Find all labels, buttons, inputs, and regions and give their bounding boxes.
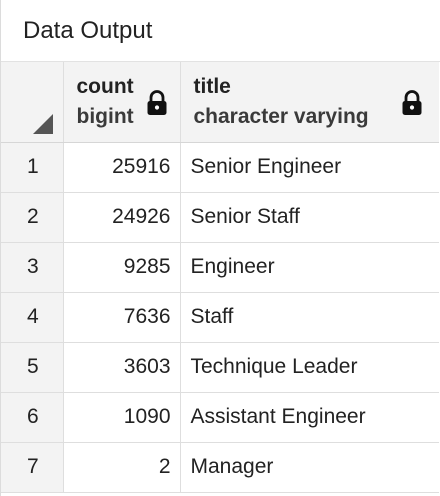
- cell-count[interactable]: 1090: [63, 392, 181, 443]
- row-number[interactable]: 6: [1, 392, 64, 443]
- row-number[interactable]: 4: [1, 292, 64, 343]
- cell-count[interactable]: 24926: [63, 192, 181, 243]
- column-header-title[interactable]: title character varying: [180, 62, 439, 143]
- table-row[interactable]: 4 7636 Staff: [1, 292, 439, 343]
- column-name: title: [193, 75, 231, 98]
- select-all-corner[interactable]: [1, 62, 64, 143]
- table-row[interactable]: 2 24926 Senior Staff: [1, 192, 439, 243]
- column-name: count: [76, 75, 134, 98]
- row-number[interactable]: 1: [1, 142, 64, 193]
- table-row[interactable]: 5 3603 Technique Leader: [1, 342, 439, 393]
- cell-title[interactable]: Senior Staff: [180, 192, 439, 243]
- table-row[interactable]: 6 1090 Assistant Engineer: [1, 392, 439, 443]
- row-number[interactable]: 2: [1, 192, 64, 243]
- cell-count[interactable]: 9285: [63, 242, 181, 293]
- table-row[interactable]: 7 2 Manager: [1, 442, 439, 493]
- column-header-count[interactable]: count bigint: [63, 62, 181, 143]
- cell-count[interactable]: 25916: [63, 142, 181, 193]
- sort-corner-icon: [33, 114, 53, 134]
- result-grid: count bigint title character varying 1 2…: [1, 62, 439, 493]
- cell-title[interactable]: Staff: [180, 292, 439, 343]
- data-output-panel: Data Output count bigint title character…: [0, 0, 440, 496]
- row-number[interactable]: 5: [1, 342, 64, 393]
- cell-count[interactable]: 7636: [63, 292, 181, 343]
- cell-title[interactable]: Assistant Engineer: [180, 392, 439, 443]
- lock-icon: [147, 90, 166, 115]
- lock-icon: [402, 90, 422, 115]
- cell-count[interactable]: 3603: [63, 342, 181, 393]
- table-row[interactable]: 1 25916 Senior Engineer: [1, 142, 439, 193]
- grid-header-row: count bigint title character varying: [1, 62, 439, 143]
- column-type: bigint: [76, 105, 134, 128]
- table-row[interactable]: 3 9285 Engineer: [1, 242, 439, 293]
- cell-title[interactable]: Engineer: [180, 242, 439, 293]
- cell-title[interactable]: Technique Leader: [180, 342, 439, 393]
- cell-title[interactable]: Manager: [180, 442, 439, 493]
- cell-title[interactable]: Senior Engineer: [180, 142, 439, 193]
- row-number[interactable]: 3: [1, 242, 64, 293]
- panel-title: Data Output: [1, 0, 440, 62]
- cell-count[interactable]: 2: [63, 442, 181, 493]
- column-type: character varying: [193, 105, 369, 128]
- row-number[interactable]: 7: [1, 442, 64, 493]
